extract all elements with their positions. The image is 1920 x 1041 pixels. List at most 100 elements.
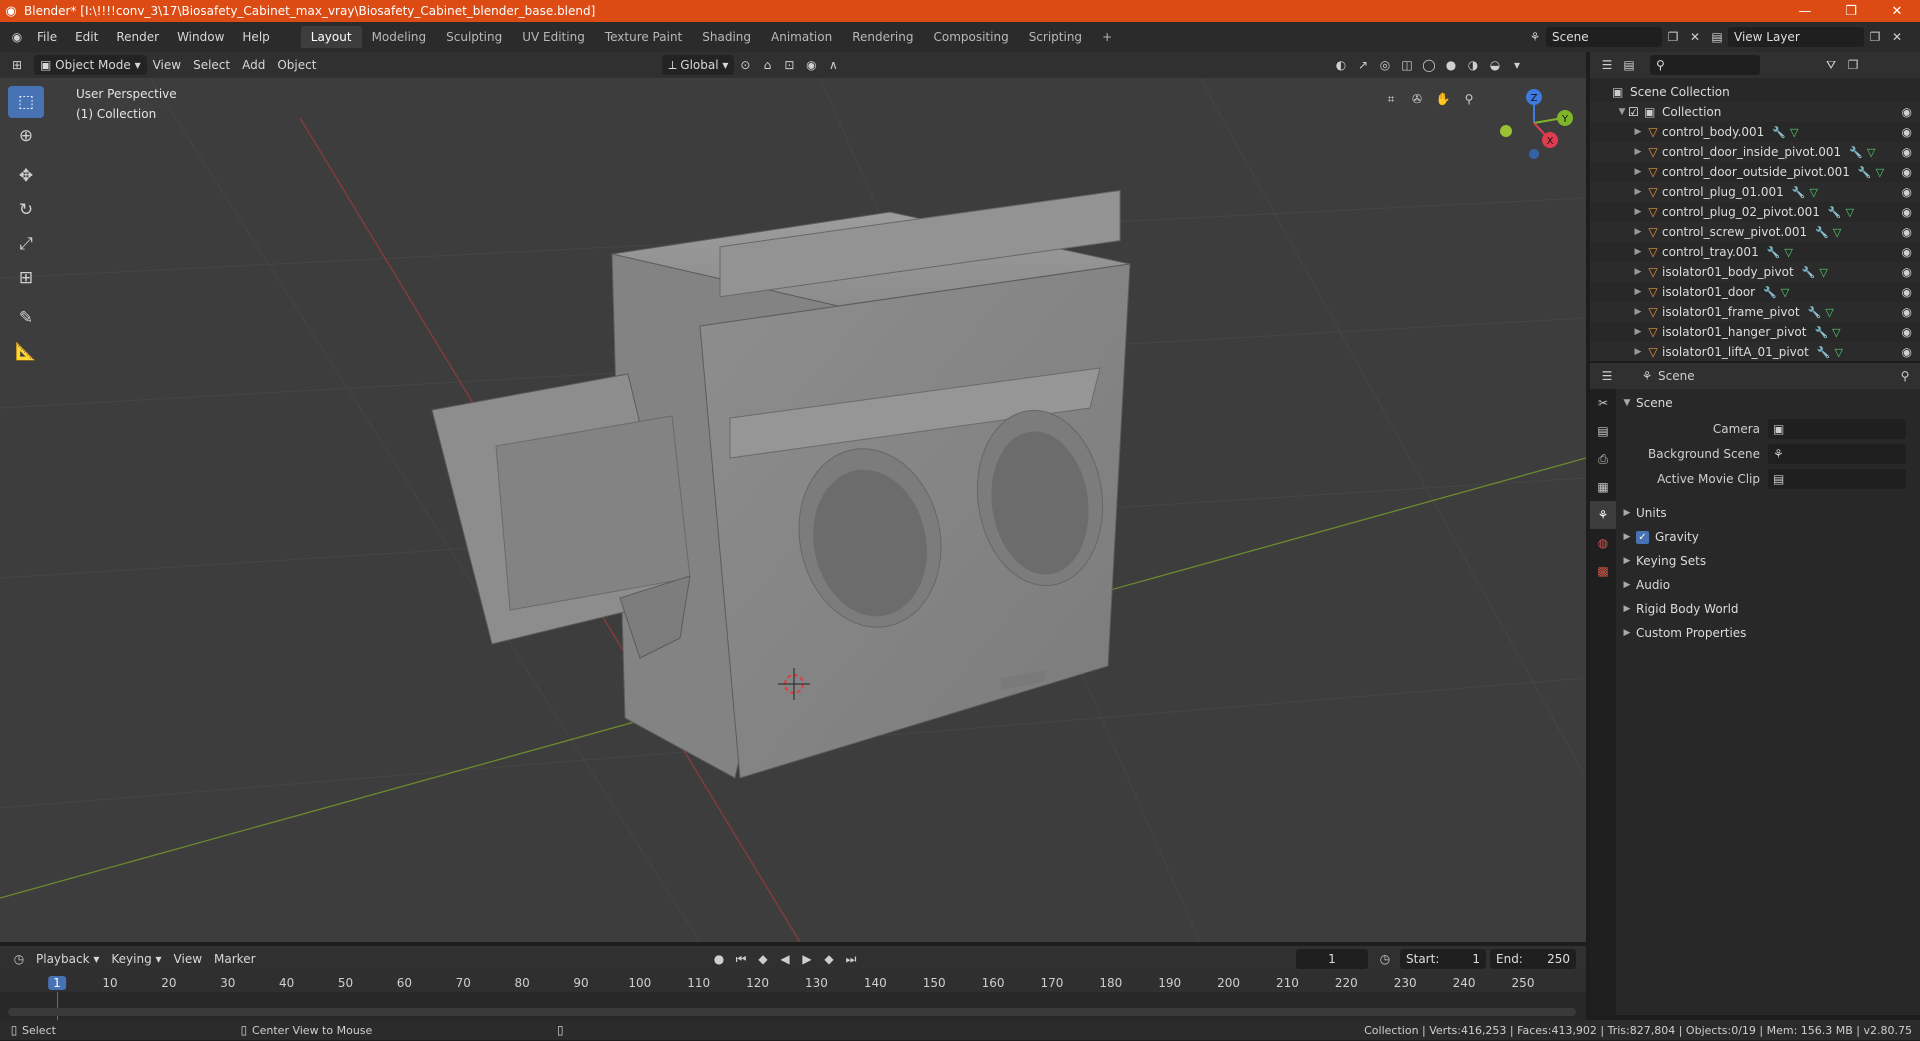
editor-type-icon[interactable]: ⊞ — [6, 54, 28, 76]
menu-add[interactable]: Add — [236, 55, 271, 75]
rigid-body-world-panel-header[interactable]: ▶ Rigid Body World — [1618, 597, 1918, 621]
end-frame-field[interactable]: End: 250 — [1490, 949, 1576, 969]
viewport-scene[interactable]: Z Y X — [0, 78, 1586, 942]
tab-render-icon[interactable]: ▤ — [1590, 417, 1616, 445]
minimize-button[interactable]: — — [1782, 0, 1828, 22]
visibility-eye-icon[interactable]: ◉ — [1902, 345, 1912, 359]
mesh-data-icon[interactable]: ▽ — [1781, 286, 1789, 299]
menu-object[interactable]: Object — [271, 55, 322, 75]
timeline-ruler[interactable]: 1 10 20 30 40 50 60 70 80 90 100 110 120 130 140 150 160… — [0, 972, 1586, 992]
modifier-icon[interactable]: 🔧 — [1828, 206, 1842, 219]
menu-help[interactable]: Help — [233, 26, 278, 48]
3d-viewport[interactable]: Z Y X ⌗ ✇ ✋ ⚲ — [0, 78, 1586, 942]
material-shading-icon[interactable]: ◑ — [1462, 54, 1484, 76]
view-layer-selector[interactable]: View Layer — [1728, 27, 1864, 47]
gravity-checkbox[interactable]: ✓ — [1636, 530, 1649, 544]
menu-render[interactable]: Render — [107, 26, 168, 48]
mesh-data-icon[interactable]: ▽ — [1846, 206, 1854, 219]
tab-layout[interactable]: Layout — [300, 26, 362, 48]
tab-scripting[interactable]: Scripting — [1019, 26, 1092, 48]
expand-icon[interactable]: ▶ — [1632, 287, 1644, 297]
move-tool[interactable]: ✥ — [8, 160, 44, 192]
audio-panel-header[interactable]: ▶ Audio — [1618, 573, 1918, 597]
modifier-icon[interactable]: 🔧 — [1763, 286, 1777, 299]
cursor-tool[interactable]: ⊕ — [8, 120, 44, 152]
expand-icon[interactable]: ▶ — [1632, 347, 1644, 357]
keying-sets-panel-header[interactable]: ▶ Keying Sets — [1618, 549, 1918, 573]
outliner-search-input[interactable]: ⚲ — [1650, 55, 1760, 75]
transform-orientation-dropdown[interactable]: ⟂ Global ▾ — [662, 55, 735, 75]
next-keyframe-icon[interactable]: ◆ — [818, 948, 840, 970]
wireframe-shading-icon[interactable]: ◯ — [1418, 54, 1440, 76]
units-panel-header[interactable]: ▶ Units — [1618, 501, 1918, 525]
mesh-data-icon[interactable]: ▽ — [1784, 246, 1792, 259]
timeline-area[interactable]: 1 10 20 30 40 50 60 70 80 90 100 110 120 130 140 150 160… — [0, 972, 1586, 1020]
blender-menu-icon[interactable]: ◉ — [6, 26, 28, 48]
outliner-item[interactable]: ▶ ▽ isolator01_frame_pivot 🔧 ▽ ◉ — [1590, 302, 1920, 322]
rendered-shading-icon[interactable]: ◒ — [1484, 54, 1506, 76]
gravity-panel-header[interactable]: ▶ ✓ Gravity — [1618, 525, 1918, 549]
start-frame-field[interactable]: Start: 1 — [1400, 949, 1486, 969]
biosafety-cabinet-model[interactable] — [431, 190, 1131, 779]
camera-field[interactable]: ▣ — [1768, 419, 1906, 439]
tab-scene-icon[interactable]: ⚘ — [1590, 501, 1616, 529]
jump-start-icon[interactable]: ⏮ — [730, 948, 752, 970]
gizmo-x-label[interactable]: X — [1547, 136, 1554, 147]
mesh-data-icon[interactable]: ▽ — [1825, 306, 1833, 319]
add-workspace-button[interactable]: + — [1092, 26, 1122, 48]
maximize-button[interactable]: ❐ — [1828, 0, 1874, 22]
timeline-editor-type-icon[interactable]: ◷ — [8, 948, 30, 970]
tab-sculpting[interactable]: Sculpting — [436, 26, 512, 48]
menu-keying[interactable]: Keying ▾ — [105, 949, 167, 969]
visibility-eye-icon[interactable]: ◉ — [1902, 225, 1912, 239]
menu-edit[interactable]: Edit — [66, 26, 107, 48]
expand-icon[interactable]: ▶ — [1632, 187, 1644, 197]
select-box-tool[interactable]: ⬚ — [8, 86, 44, 118]
visibility-eye-icon[interactable]: ◉ — [1902, 245, 1912, 259]
transform-tool[interactable]: ⊞ — [8, 262, 44, 294]
outliner-item[interactable]: ▶ ▽ control_screw_pivot.001 🔧 ▽ ◉ — [1590, 222, 1920, 242]
pin-icon[interactable]: ⚲ — [1894, 365, 1916, 387]
collection-row[interactable]: ▼ ☑ ▣ Collection ◉ — [1590, 102, 1920, 122]
outliner-item[interactable]: ▶ ▽ control_plug_01.001 🔧 ▽ ◉ — [1590, 182, 1920, 202]
properties-editor-type-icon[interactable]: ☰ — [1596, 365, 1618, 387]
expand-icon[interactable]: ▶ — [1632, 227, 1644, 237]
prev-keyframe-icon[interactable]: ◆ — [752, 948, 774, 970]
visibility-eye-icon[interactable]: ◉ — [1902, 325, 1912, 339]
visibility-eye-icon[interactable]: ◉ — [1902, 125, 1912, 139]
expand-icon[interactable]: ▶ — [1632, 307, 1644, 317]
expand-icon[interactable]: ▶ — [1632, 267, 1644, 277]
menu-select[interactable]: Select — [187, 55, 236, 75]
modifier-icon[interactable]: 🔧 — [1814, 326, 1828, 339]
custom-properties-panel-header[interactable]: ▶ Custom Properties — [1618, 621, 1918, 645]
collapse-icon[interactable]: ▼ — [1616, 107, 1628, 117]
active-movie-clip-field[interactable]: ▤ — [1768, 469, 1906, 489]
modifier-icon[interactable]: 🔧 — [1808, 306, 1822, 319]
zoom-icon[interactable]: ⚲ — [1458, 88, 1480, 110]
scene-selector[interactable]: Scene — [1546, 27, 1662, 47]
scene-panel-header[interactable]: ▼ Scene — [1618, 391, 1918, 415]
outliner-item[interactable]: ▶ ▽ control_tray.001 🔧 ▽ ◉ — [1590, 242, 1920, 262]
tab-compositing[interactable]: Compositing — [923, 26, 1018, 48]
record-icon[interactable]: ● — [708, 948, 730, 970]
outliner-item[interactable]: ▶ ▽ control_plug_02_pivot.001 🔧 ▽ ◉ — [1590, 202, 1920, 222]
measure-tool[interactable]: 📐 — [8, 336, 44, 368]
modifier-icon[interactable]: 🔧 — [1858, 166, 1872, 179]
new-collection-icon[interactable]: ❐ — [1842, 54, 1864, 76]
visibility-eye-icon[interactable]: ◉ — [1902, 205, 1912, 219]
visibility-eye-icon[interactable]: ◉ — [1902, 285, 1912, 299]
visibility-eye-icon[interactable]: ◉ — [1902, 165, 1912, 179]
menu-window[interactable]: Window — [168, 26, 233, 48]
menu-marker[interactable]: Marker — [208, 949, 261, 969]
gizmo-y-label[interactable]: Y — [1561, 114, 1569, 125]
scale-tool[interactable]: ⤢ — [8, 228, 44, 260]
tab-texture-icon[interactable]: ▩ — [1590, 557, 1616, 585]
outliner-item[interactable]: ▶ ▽ isolator01_hanger_pivot 🔧 ▽ ◉ — [1590, 322, 1920, 342]
menu-file[interactable]: File — [28, 26, 66, 48]
mesh-data-icon[interactable]: ▽ — [1835, 346, 1843, 359]
tab-view-layer-icon[interactable]: ▦ — [1590, 473, 1616, 501]
visibility-eye-icon[interactable]: ◉ — [1902, 105, 1912, 119]
jump-end-icon[interactable]: ⏭ — [840, 948, 862, 970]
tab-output-icon[interactable]: ⎙ — [1590, 445, 1616, 473]
proportional-edit-icon[interactable]: ◉ — [800, 54, 822, 76]
